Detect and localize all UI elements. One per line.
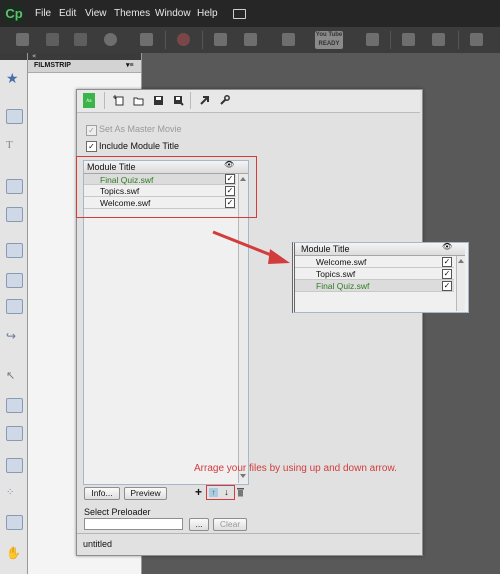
settings-wrench-icon[interactable] bbox=[219, 95, 230, 106]
play-icon[interactable] bbox=[104, 33, 117, 46]
annotation-arrow bbox=[212, 230, 290, 264]
main-toolbar: You Tube READY bbox=[0, 27, 500, 54]
panel-menu-icon[interactable]: ▾≡ bbox=[126, 61, 134, 69]
star-icon[interactable]: ★ bbox=[6, 71, 21, 87]
reordered-list-preview: Module Title 👁 Welcome.swf ✓ Topics.swf … bbox=[292, 242, 469, 313]
preloader-input[interactable] bbox=[84, 518, 183, 530]
menu-file[interactable]: File bbox=[35, 8, 51, 19]
caption-tool-icon[interactable] bbox=[6, 109, 23, 124]
list-scrollbar bbox=[456, 256, 465, 311]
image-slideshow-icon[interactable] bbox=[6, 207, 23, 222]
undo-icon[interactable] bbox=[46, 33, 59, 46]
list-item: Welcome.swf ✓ bbox=[295, 256, 454, 268]
save-icon[interactable] bbox=[153, 95, 164, 106]
highlight-box bbox=[206, 485, 235, 500]
menu-window[interactable]: Window bbox=[155, 8, 191, 19]
table-icon[interactable] bbox=[402, 33, 415, 46]
preloader-label: Select Preloader bbox=[84, 507, 151, 517]
scroll-down-icon[interactable] bbox=[240, 474, 246, 478]
audio-icon[interactable] bbox=[244, 33, 257, 46]
set-master-label: Set As Master Movie bbox=[99, 124, 182, 134]
save-icon[interactable] bbox=[16, 33, 29, 46]
menu-themes[interactable]: Themes bbox=[114, 8, 150, 19]
scroll-up-icon bbox=[458, 259, 464, 263]
rectangle-tool-icon[interactable] bbox=[6, 243, 23, 258]
new-project-icon[interactable]: Aa bbox=[83, 93, 95, 108]
column-header-title: Module Title bbox=[301, 244, 350, 254]
curve-tool-icon[interactable]: ↪ bbox=[6, 329, 21, 343]
add-module-icon[interactable] bbox=[113, 95, 124, 106]
clear-button[interactable]: Clear bbox=[213, 518, 247, 531]
row-checkbox: ✓ bbox=[442, 281, 452, 291]
arrange-icon[interactable] bbox=[470, 33, 483, 46]
list-item: Topics.swf ✓ bbox=[295, 268, 454, 280]
aggregator-icon[interactable] bbox=[366, 33, 379, 46]
menu-view[interactable]: View bbox=[85, 8, 107, 19]
set-master-checkbox[interactable]: ✓ bbox=[86, 125, 97, 136]
delete-trash-icon[interactable] bbox=[236, 487, 245, 497]
open-folder-icon[interactable] bbox=[133, 95, 144, 106]
text-tool-icon[interactable]: T bbox=[6, 139, 21, 152]
slide-icon[interactable] bbox=[432, 33, 445, 46]
hand-tool-icon[interactable]: ✋ bbox=[6, 546, 21, 560]
tools-panel: ★ T ↪ ↖ ⁘ ✋ bbox=[0, 53, 28, 574]
menu-help[interactable]: Help bbox=[197, 8, 218, 19]
youtube-icon[interactable]: You Tube READY bbox=[315, 31, 343, 49]
menu-edit[interactable]: Edit bbox=[59, 8, 76, 19]
dialog-toolbar: Aa bbox=[77, 90, 420, 113]
button-tool-icon[interactable] bbox=[6, 398, 23, 413]
include-title-checkbox[interactable]: ✓ bbox=[86, 141, 97, 152]
animation-icon[interactable] bbox=[6, 515, 23, 530]
image-tool-icon[interactable] bbox=[6, 179, 23, 194]
message-icon[interactable] bbox=[233, 9, 246, 19]
publish-icon[interactable] bbox=[140, 33, 153, 46]
captivate-logo: Cp bbox=[3, 3, 25, 24]
publish-icon[interactable] bbox=[199, 95, 210, 106]
pointer-tool-icon[interactable]: ↖ bbox=[6, 369, 21, 382]
highlight-tool-icon[interactable] bbox=[6, 299, 23, 314]
list-scrollbar[interactable] bbox=[238, 174, 248, 483]
zoom-tool-icon[interactable] bbox=[6, 273, 23, 288]
redo-icon[interactable] bbox=[74, 33, 87, 46]
character-icon[interactable] bbox=[282, 33, 295, 46]
preview-button[interactable]: Preview bbox=[124, 487, 167, 500]
visibility-eye-icon: 👁 bbox=[442, 242, 453, 251]
record-icon[interactable] bbox=[177, 33, 190, 46]
browse-button[interactable]: ... bbox=[189, 518, 209, 531]
microphone-icon[interactable] bbox=[214, 33, 227, 46]
highlight-box bbox=[76, 156, 257, 218]
instruction-text: Arrage your files by using up and down a… bbox=[194, 463, 397, 474]
filmstrip-header: FILMSTRIP ▾≡ bbox=[28, 60, 141, 73]
status-text: untitled bbox=[83, 539, 113, 549]
list-item: Final Quiz.swf ✓ bbox=[295, 280, 454, 292]
row-checkbox: ✓ bbox=[442, 269, 452, 279]
text-entry-icon[interactable] bbox=[6, 426, 23, 441]
widget-icon[interactable]: ⁘ bbox=[6, 487, 21, 500]
collapse-icon[interactable]: « bbox=[32, 52, 36, 60]
menu-bar: Cp File Edit View Themes Window Help bbox=[0, 0, 500, 27]
row-checkbox: ✓ bbox=[442, 257, 452, 267]
add-icon[interactable]: + bbox=[195, 485, 202, 499]
dialog-status-bar: untitled bbox=[77, 533, 420, 554]
list-header: Module Title 👁 bbox=[295, 242, 465, 256]
text-box-icon[interactable] bbox=[6, 458, 23, 473]
save-as-icon[interactable] bbox=[173, 95, 184, 106]
filmstrip-title: FILMSTRIP bbox=[34, 62, 71, 69]
include-title-label: Include Module Title bbox=[99, 141, 180, 151]
info-button[interactable]: Info... bbox=[84, 487, 120, 500]
